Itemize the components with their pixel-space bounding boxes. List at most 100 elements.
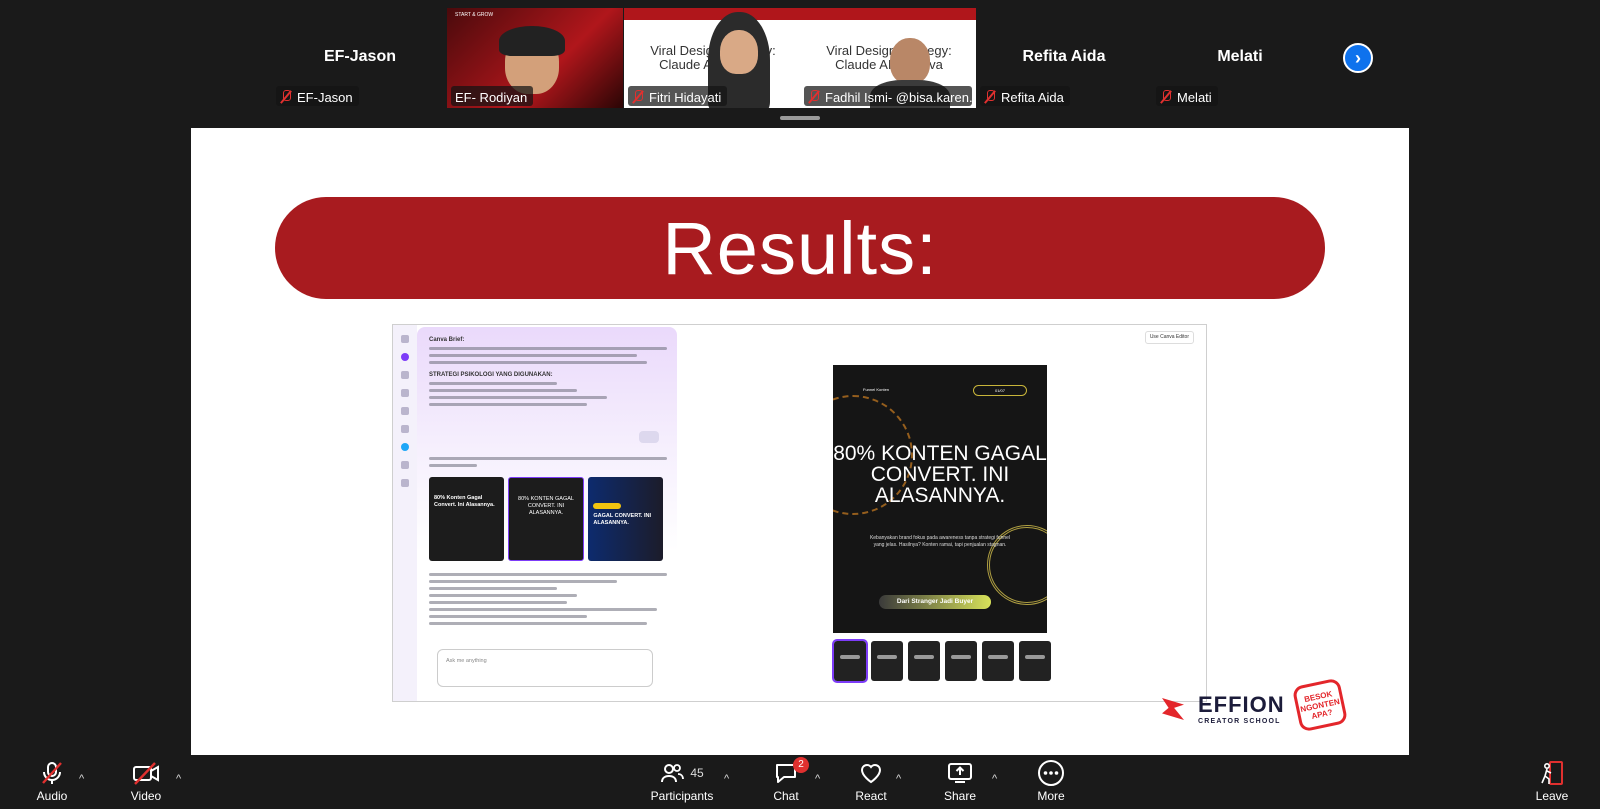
meeting-toolbar: Audio ^ Video ^ 45 Participants ^ 2 Chat… (0, 755, 1600, 809)
preview-page-chip: 01/07 (973, 385, 1027, 396)
slide-thumb-bar (800, 8, 976, 20)
chat-text-line (429, 587, 557, 590)
page-thumbnail[interactable] (871, 641, 903, 681)
chat-text-line (429, 573, 667, 576)
design-card[interactable]: 80% KONTEN GAGAL CONVERT. INI ALASANNYA. (507, 477, 585, 561)
leave-label: Leave (1535, 789, 1569, 803)
slide-thumb-text: Viral Design Strategy: Claude AI x Canva (826, 43, 952, 72)
projects-icon (401, 389, 409, 397)
design-card[interactable]: 80% Konten Gagal Convert. Ini Alasannya. (429, 477, 504, 561)
participant-tile-fadhil-ismi[interactable]: Viral Design Strategy: Claude AI x Canva… (800, 8, 976, 108)
home-icon (401, 371, 409, 379)
participants-icon (661, 764, 685, 783)
design-card-title: 80% Konten Gagal Convert. Ini Alasannya. (434, 495, 495, 508)
participants-count: 45 (690, 766, 704, 780)
video-options-caret[interactable]: ^ (176, 773, 181, 785)
react-button[interactable]: React (851, 759, 891, 807)
participant-label-text: Fitri Hidayati (649, 89, 722, 105)
chat-button[interactable]: 2 Chat (766, 757, 809, 807)
participant-label-text: Fadhil Ismi- @bisa.karen... (825, 89, 972, 105)
chat-input[interactable]: Ask me anything (437, 649, 653, 687)
canva-screenshot: Canva Brief: STRATEGI PSIKOLOGI YANG DIG… (392, 324, 1207, 702)
preview-brand: Funnel Konten (863, 387, 890, 392)
mic-muted-icon (632, 90, 644, 104)
chat-label: Chat (773, 789, 799, 803)
more-button[interactable]: More (1031, 759, 1071, 807)
page-thumbnails (832, 639, 1051, 683)
brand-icon (401, 425, 409, 433)
chat-summary-lines (417, 569, 677, 625)
mic-muted-icon (1160, 90, 1172, 104)
design-result-cards: 80% Konten Gagal Convert. Ini Alasannya.… (429, 477, 664, 561)
participant-tile-ef-rodiyan[interactable]: START & GROW EF- Rodiyan (447, 8, 623, 108)
participants-options-caret[interactable]: ^ (724, 773, 729, 785)
chat-text-line (429, 615, 587, 618)
leave-door-icon (1541, 761, 1563, 785)
slide-title-banner: Results: (275, 197, 1325, 299)
participant-tile-fitri-hidayati[interactable]: Viral Design Strategy: Claude AI x Canva… (624, 8, 800, 108)
participant-label-text: EF-Jason (297, 89, 353, 105)
chat-text-line (429, 601, 567, 604)
mic-muted-icon (984, 90, 996, 104)
video-button[interactable]: Video (126, 759, 166, 807)
audio-button[interactable]: Audio (32, 759, 72, 807)
chat-text-line (429, 354, 637, 357)
chat-text-line (429, 622, 647, 625)
participants-button[interactable]: 45 Participants (644, 759, 720, 807)
participant-video-face (720, 30, 758, 74)
preview-cta: Dari Stranger Jadi Buyer (879, 595, 991, 609)
participant-tile-ef-jason[interactable]: EF-Jason EF-Jason (272, 8, 448, 108)
participant-tile-melati[interactable]: Melati Melati (1152, 8, 1328, 108)
chat-options-caret[interactable]: ^ (815, 773, 820, 785)
chat-heading: STRATEGI PSIKOLOGI YANG DIGUNAKAN: (429, 372, 553, 378)
microphone-muted-icon (42, 762, 62, 784)
chat-heading: Canva Brief: (429, 337, 465, 343)
chat-text-line (429, 361, 647, 364)
react-options-caret[interactable]: ^ (896, 773, 901, 785)
participant-name: Melati (1217, 48, 1263, 65)
chat-text-line (429, 403, 587, 406)
use-canva-editor-button[interactable]: Use Canva Editor (1144, 331, 1194, 344)
design-card-title: GAGAL CONVERT. INI ALASANNYA. (593, 513, 651, 526)
heart-icon (860, 764, 882, 784)
next-participants-button[interactable]: › (1343, 43, 1373, 73)
more-apps-icon (401, 479, 409, 487)
design-preview: Funnel Konten 01/07 80% KONTEN GAGAL CON… (833, 365, 1047, 633)
participant-label: EF- Rodiyan (451, 86, 534, 106)
participants-label: Participants (650, 789, 714, 803)
chevron-right-icon: › (1355, 47, 1361, 68)
participant-label-text: Refita Aida (1001, 89, 1064, 105)
participant-name: Refita Aida (1022, 48, 1106, 65)
share-button[interactable]: Share (940, 759, 980, 807)
user-message-bubble (639, 431, 659, 443)
page-thumbnail[interactable] (908, 641, 940, 681)
design-card[interactable]: GAGAL CONVERT. INI ALASANNYA. (588, 477, 664, 561)
canva-ai-icon (401, 443, 409, 451)
chat-text-line (429, 608, 657, 611)
page-thumbnail[interactable] (982, 641, 1014, 681)
participant-tile-refita-aida[interactable]: Refita Aida Refita Aida (976, 8, 1152, 108)
preview-subtext: Kebanyakan brand fokus pada awareness ta… (869, 535, 1011, 548)
shared-screen-slide: Results: Canva Brief: STRATEGI PSIKOLOGI… (191, 128, 1409, 755)
chat-text-line (429, 580, 617, 583)
logo-wordmark: EFFION (1198, 691, 1285, 717)
share-options-caret[interactable]: ^ (992, 773, 997, 785)
participant-strip: EF-Jason EF-Jason START & GROW EF- Rodiy… (0, 0, 1600, 128)
chat-text-line (429, 594, 577, 597)
participant-label: Refita Aida (980, 86, 1070, 106)
audio-label: Audio (36, 789, 68, 803)
slide-title: Results: (662, 206, 938, 290)
chat-unread-badge: 2 (793, 757, 809, 773)
audio-options-caret[interactable]: ^ (79, 773, 84, 785)
print-shop-icon (401, 461, 409, 469)
page-thumbnail[interactable] (1019, 641, 1051, 681)
strip-resize-handle[interactable] (780, 116, 820, 120)
preview-headline: 80% KONTEN GAGAL CONVERT. INI ALASANNYA. (833, 442, 1047, 507)
page-thumbnail[interactable] (945, 641, 977, 681)
leave-button[interactable]: Leave (1532, 759, 1572, 807)
participant-label: Fitri Hidayati (628, 86, 728, 106)
page-thumbnail[interactable] (832, 639, 868, 683)
chat-text-line (429, 389, 577, 392)
mic-muted-icon (808, 90, 820, 104)
participant-video-hair (499, 26, 565, 56)
